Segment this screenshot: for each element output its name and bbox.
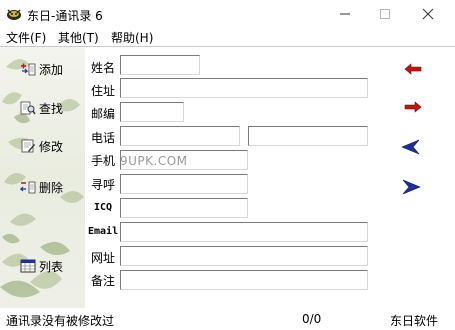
pager-label: 寻呼 [91, 178, 116, 192]
name-label: 姓名 [91, 61, 116, 75]
right-arrow-icon[interactable] [403, 99, 423, 115]
company-name: 东日软件 [390, 314, 439, 328]
add-button[interactable]: 添加 [20, 59, 63, 79]
delete-button[interactable]: 删除 [20, 177, 63, 197]
address-label: 住址 [91, 84, 116, 98]
remark-field[interactable] [120, 270, 368, 290]
record-count: 0/0 [302, 312, 322, 326]
back-arrowhead-icon[interactable] [401, 139, 421, 155]
website-field[interactable] [120, 246, 368, 266]
pager-field[interactable] [120, 174, 248, 194]
close-icon [422, 8, 434, 20]
phone-label: 电话 [91, 131, 116, 145]
maximize-button[interactable] [376, 5, 394, 23]
left-arrow-icon[interactable] [403, 61, 423, 77]
list-icon [20, 259, 36, 273]
icq-field[interactable] [120, 198, 248, 218]
postcode-label: 邮编 [91, 107, 116, 121]
watermark-text: 9UPK.COM [120, 154, 188, 168]
status-message: 通讯录没有被修改过 [6, 314, 115, 328]
edit-icon [21, 139, 35, 153]
minimize-button[interactable] [336, 5, 354, 23]
window-title: 东日-通讯录 6 [27, 9, 103, 23]
list-label: 列表 [39, 259, 64, 274]
email-field[interactable] [120, 222, 368, 242]
title-bar: 东日-通讯录 6 [0, 0, 455, 28]
remark-label: 备注 [91, 274, 116, 288]
status-bar: 通讯录没有被修改过 0/0 东日软件 [0, 308, 455, 330]
postcode-field[interactable] [120, 102, 184, 122]
edit-label: 修改 [39, 139, 64, 154]
name-field[interactable] [120, 55, 200, 75]
address-field[interactable] [120, 78, 368, 98]
add-label: 添加 [39, 62, 64, 77]
edit-button[interactable]: 修改 [20, 136, 63, 156]
menu-bar: 文件(F) 其他(T) 帮助(H) [0, 28, 455, 46]
minimize-icon [340, 13, 350, 15]
list-button[interactable]: 列表 [20, 256, 63, 276]
close-button[interactable] [419, 5, 437, 23]
email-label: Email [88, 226, 119, 237]
find-label: 查找 [39, 101, 64, 116]
sidebar: 添加 查找 修改 删除 列表 [0, 47, 85, 308]
menu-other[interactable]: 其他(T) [58, 29, 99, 46]
website-label: 网址 [91, 251, 116, 265]
menu-help[interactable]: 帮助(H) [111, 29, 153, 46]
delete-icon [20, 181, 36, 194]
maximize-icon [380, 9, 390, 19]
forward-arrowhead-icon[interactable] [401, 179, 421, 195]
add-icon [21, 63, 36, 76]
phone-field-1[interactable] [120, 126, 240, 146]
icq-label: ICQ [94, 202, 113, 213]
phone-field-2[interactable] [248, 126, 368, 146]
delete-label: 删除 [39, 180, 64, 195]
app-logo-icon [7, 9, 21, 20]
menu-file[interactable]: 文件(F) [6, 29, 46, 46]
find-button[interactable]: 查找 [20, 98, 63, 118]
mobile-label: 手机 [91, 154, 116, 168]
find-icon [20, 101, 36, 115]
